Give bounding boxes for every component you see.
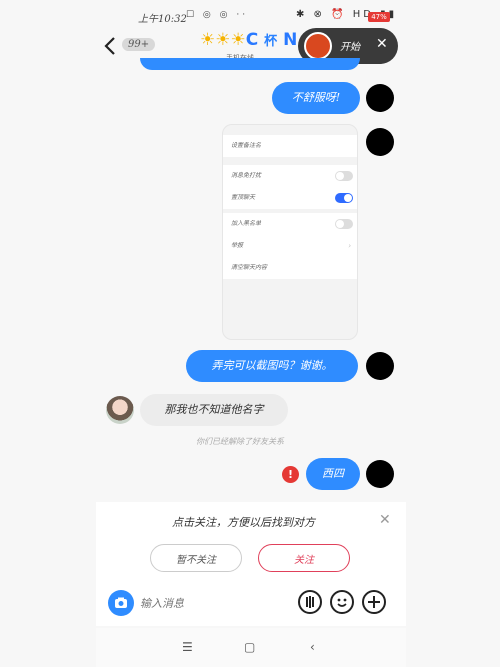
back-arrow-icon[interactable] [102,36,118,56]
send-failed-icon[interactable]: ! [282,466,299,483]
voice-icon[interactable] [298,590,322,614]
my-avatar[interactable] [366,128,394,156]
message-bubble-received[interactable]: 那我也不知道他名字 [140,394,288,426]
camera-icon[interactable] [108,590,134,616]
record-button[interactable] [304,32,332,60]
system-nav-bar: ☰ ▢ ‹ [96,628,406,667]
battery-icon: 47% [368,12,390,22]
menu-icon[interactable]: ☰ [182,640,193,654]
shot-row: 加入黑名单 [223,213,357,235]
image-message-screenshot[interactable]: 设置备注名 消息免打扰 置顶聊天 加入黑名单 举报 › 清空聊天内容 [222,124,358,340]
follow-prompt-panel: 点击关注，方便以后找到对方 ✕ 暂不关注 关注 [96,502,406,582]
message-bubble-sent[interactable]: 不舒服呀! [272,82,360,114]
status-bar: 上午10:32 ☐ ◎ ◎ ·· ✱ ⊗ ⏰ HD ▮▮ 47% [0,0,500,34]
my-avatar[interactable] [366,352,394,380]
message-bubble-sent[interactable]: 弄完可以截图吗？谢谢。 [186,350,358,382]
back-icon[interactable]: ‹ [310,640,315,654]
plus-icon[interactable] [362,590,386,614]
chat-title: ☀☀☀C 杯 N [200,30,298,50]
shot-row: 清空聊天内容 [223,257,357,279]
shot-row: 设置备注名 [223,135,357,157]
shot-row: 举报 › [223,235,357,257]
partial-message-bubble [140,58,360,70]
close-icon[interactable]: ✕ [376,36,388,52]
unread-count-badge[interactable]: 99+ [122,38,156,51]
contact-avatar[interactable] [106,396,134,424]
system-notice: 你们已经解除了好友关系 [196,437,284,446]
emoji-icon[interactable] [330,590,354,614]
my-avatar[interactable] [366,460,394,488]
home-icon[interactable]: ▢ [244,640,255,654]
status-notification-icons: ☐ ◎ ◎ ·· [186,10,249,20]
status-time: 上午10:32 [138,14,187,25]
follow-prompt-text: 点击关注，方便以后找到对方 [172,516,315,529]
follow-button[interactable]: 关注 [258,544,350,572]
my-avatar[interactable] [366,84,394,112]
not-now-button[interactable]: 暂不关注 [150,544,242,572]
message-input-bar [96,582,406,626]
message-input[interactable] [140,590,290,616]
message-bubble-sent[interactable]: 西四 [306,458,360,490]
recorder-start-label[interactable]: 开始 [340,38,360,53]
shot-row: 置顶聊天 [223,187,357,209]
close-icon[interactable]: ✕ [379,512,391,528]
sun-emoji-icons: ☀☀☀ [200,30,246,50]
shot-row: 消息免打扰 [223,165,357,187]
